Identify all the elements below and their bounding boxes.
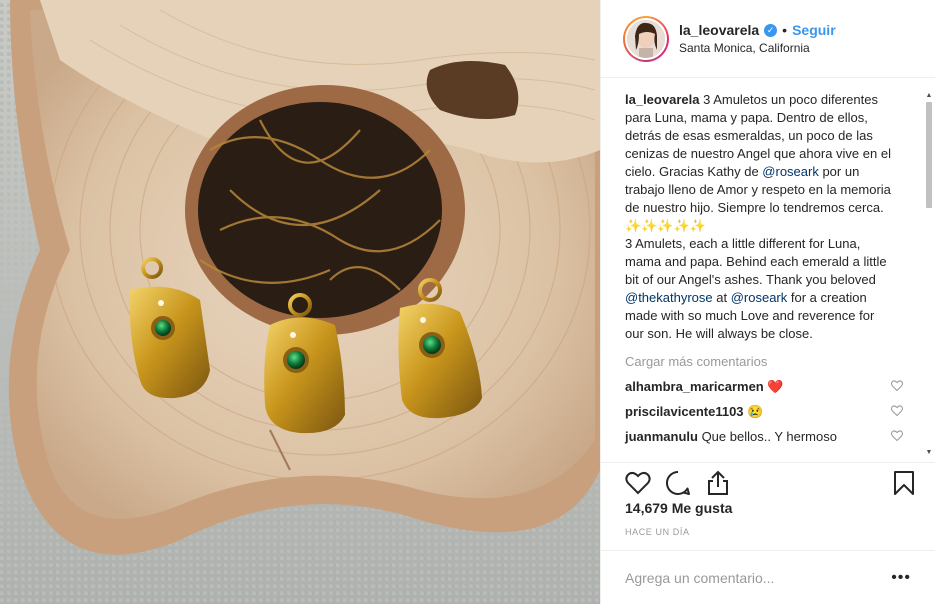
comment-row: priscilavicente1103 😢	[625, 404, 903, 419]
sparkles-emoji: ✨✨✨✨✨	[625, 218, 706, 233]
post-timestamp[interactable]: HACE UN DÍA	[625, 527, 690, 537]
comment-text: ❤️	[763, 378, 784, 394]
comment-author-link[interactable]: priscilavicente1103	[625, 404, 744, 419]
comment-text: Que bellos.. Y hermoso	[697, 429, 837, 444]
scroll-down-arrow-icon[interactable]: ▼	[925, 449, 933, 457]
scroll-up-arrow-icon[interactable]: ▲	[925, 92, 933, 100]
likes-count[interactable]: 14,679 Me gusta	[625, 500, 732, 516]
avatar[interactable]	[623, 15, 669, 62]
username-link[interactable]: la_leovarela	[679, 22, 759, 38]
comment-like-icon[interactable]	[891, 404, 903, 419]
follow-button[interactable]: Seguir	[792, 22, 836, 38]
caption-text-en: 3 Amulets, each a little different for L…	[625, 236, 887, 287]
comment-author-link[interactable]: alhambra_maricarmen	[625, 379, 764, 394]
bookmark-icon[interactable]	[889, 468, 919, 498]
mention-roseark-2[interactable]: @roseark	[731, 290, 788, 305]
post-header: la_leovarela ✓ • Seguir Santa Monica, Ca…	[601, 0, 935, 78]
comment-row: alhambra_maricarmen ❤️	[625, 379, 903, 394]
post-photo[interactable]	[0, 0, 600, 604]
comment-row: juanmanulu Que bellos.. Y hermoso	[625, 429, 903, 444]
comment-text: 😢	[743, 403, 764, 419]
photo-illustration	[8, 0, 600, 555]
comments-list[interactable]: la_leovarela 3 Amuletos un poco diferent…	[601, 79, 935, 461]
heart-icon[interactable]	[623, 468, 653, 498]
comments-scrollbar[interactable]: ▲ ▼	[925, 92, 933, 457]
comment-author-link[interactable]: juanmanulu	[625, 429, 698, 444]
scroll-thumb[interactable]	[926, 102, 932, 208]
separator-dot: •	[782, 22, 788, 38]
post-caption: la_leovarela 3 Amuletos un poco diferent…	[625, 91, 895, 343]
caption-text-en-2: at	[712, 290, 731, 305]
comment-like-icon[interactable]	[891, 429, 903, 444]
post-panel: la_leovarela ✓ • Seguir Santa Monica, Ca…	[600, 0, 935, 604]
comment-like-icon[interactable]	[891, 379, 903, 394]
caption-author-link[interactable]: la_leovarela	[625, 92, 699, 107]
avatar-image	[627, 19, 665, 58]
add-comment-bar: Agrega un comentario... •••	[601, 550, 935, 604]
comment-input[interactable]: Agrega un comentario...	[625, 570, 891, 586]
mention-thekathyrose[interactable]: @thekathyrose	[625, 290, 713, 305]
verified-badge-icon: ✓	[764, 23, 778, 37]
load-more-comments-button[interactable]: Cargar más comentarios	[625, 354, 921, 369]
mention-roseark[interactable]: @roseark	[762, 164, 819, 179]
more-options-icon[interactable]: •••	[891, 569, 911, 587]
location-link[interactable]: Santa Monica, California	[679, 41, 836, 55]
action-bar	[601, 462, 935, 502]
share-icon[interactable]	[703, 468, 733, 498]
comment-icon[interactable]	[663, 468, 693, 498]
